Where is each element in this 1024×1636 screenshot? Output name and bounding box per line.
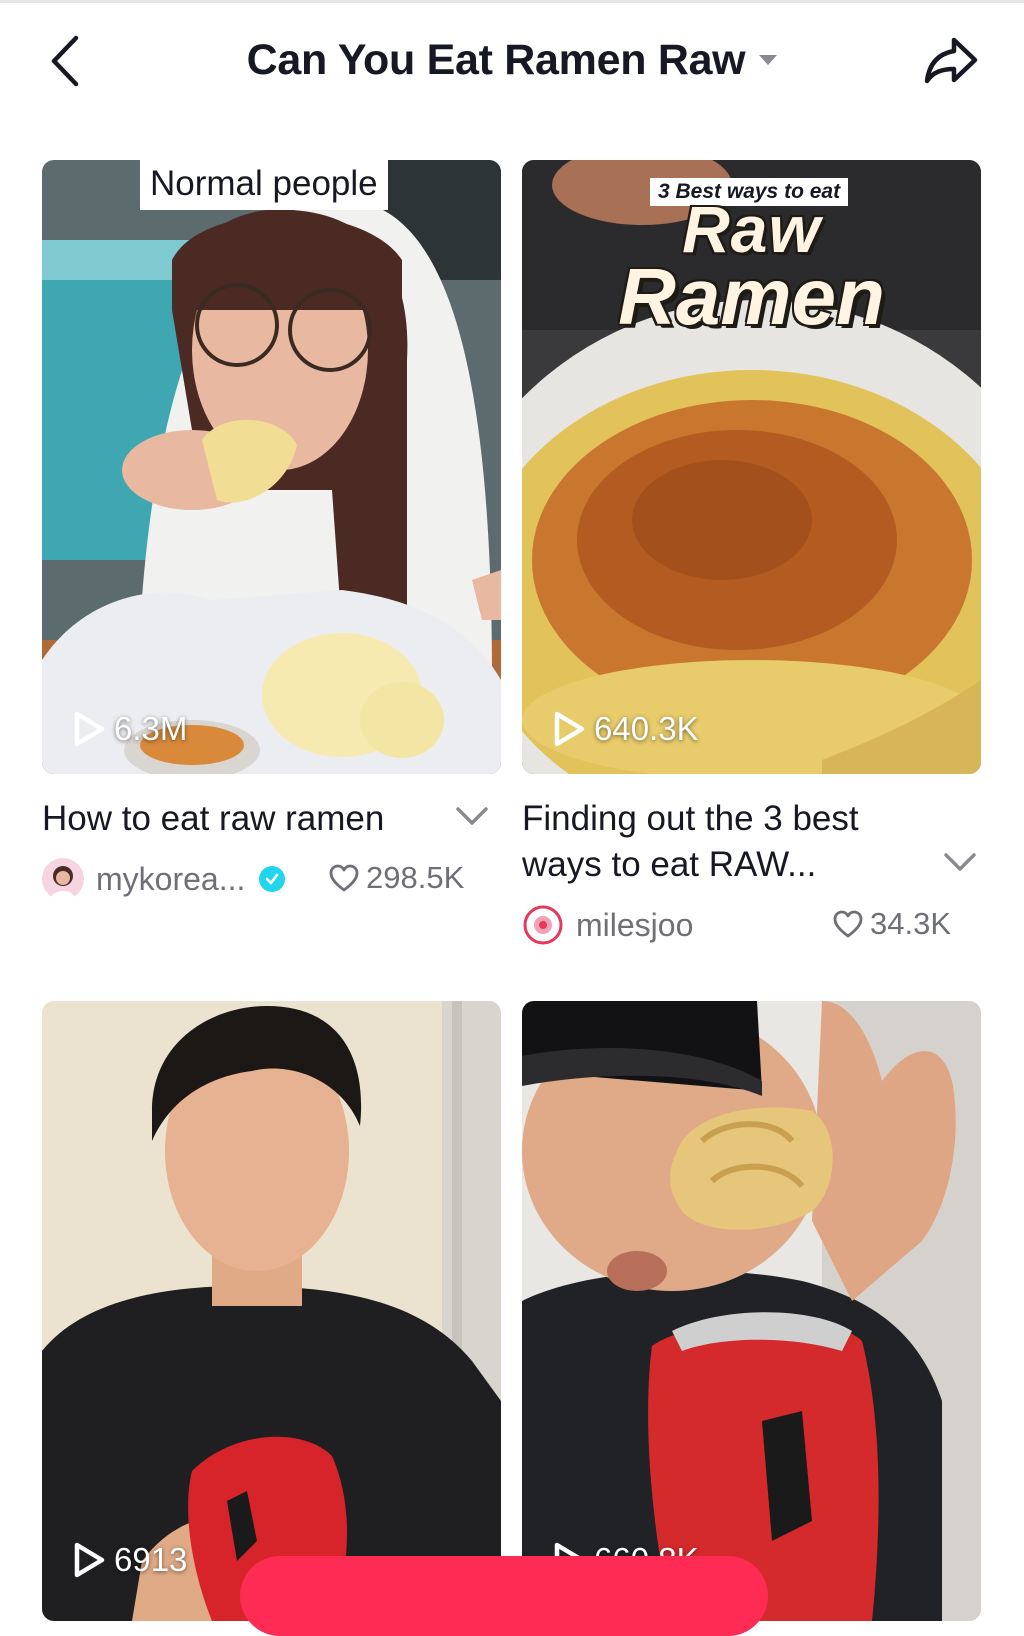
author-name: milesjoo [576, 906, 694, 943]
view-count-text: 640.3K [594, 710, 699, 747]
floating-action-button[interactable] [240, 1556, 768, 1636]
video-thumbnail-3[interactable]: 6913 [42, 1001, 501, 1621]
chevron-down-icon[interactable] [454, 804, 490, 828]
view-count-text: 6.3M [114, 710, 188, 747]
thumbnail-image-1 [42, 160, 501, 774]
like-count: 298.5K [328, 860, 464, 896]
video-thumbnail-1[interactable]: Normal people 6.3M [42, 160, 501, 774]
video-card-1[interactable]: Normal people 6.3M How to eat raw ramen … [42, 160, 501, 940]
like-count-text: 298.5K [366, 860, 465, 895]
avatar [522, 904, 564, 946]
overlay-title-line-1: Raw [682, 192, 821, 266]
author-name: mykorea... [96, 860, 246, 897]
share-arrow-icon [924, 37, 978, 84]
thumbnail-image-4 [522, 1001, 981, 1621]
like-count: 34.3K [832, 906, 951, 942]
like-count-text: 34.3K [870, 906, 952, 941]
overlay-caption: Normal people [140, 160, 388, 210]
page-title: Can You Eat Ramen Raw [246, 35, 746, 84]
view-count: 6913 [72, 1541, 187, 1579]
author-link[interactable]: milesjoo [522, 904, 693, 946]
share-button[interactable] [918, 31, 984, 91]
thumbnail-image-3 [42, 1001, 501, 1621]
view-count-text: 6913 [114, 1541, 188, 1578]
overlay-title-line-2: Ramen [618, 252, 885, 341]
play-icon [554, 711, 585, 747]
video-card-4[interactable]: 660.8K [522, 1001, 981, 1621]
video-card-2[interactable]: 3 Best ways to eat Raw Ramen 640.3K Find… [522, 160, 981, 946]
verified-badge-icon [259, 866, 286, 892]
video-thumbnail-2[interactable]: 3 Best ways to eat Raw Ramen 640.3K [522, 160, 981, 774]
view-count: 640.3K [552, 710, 699, 748]
video-description[interactable]: Finding out the 3 best ways to eat RAW..… [522, 796, 912, 888]
view-count: 6.3M [72, 710, 187, 748]
video-thumbnail-4[interactable]: 660.8K [522, 1001, 981, 1621]
avatar [42, 858, 84, 900]
video-card-3[interactable]: 6913 [42, 1001, 501, 1621]
video-description[interactable]: How to eat raw ramen [42, 796, 432, 842]
chevron-down-icon[interactable] [942, 850, 978, 874]
caret-down-icon [759, 55, 778, 65]
play-icon [74, 1542, 105, 1578]
heart-icon [833, 910, 863, 938]
play-icon [74, 711, 105, 747]
title-dropdown[interactable]: Can You Eat Ramen Raw [0, 33, 1024, 87]
heart-icon [329, 864, 359, 892]
author-link[interactable]: mykorea... [42, 858, 286, 900]
header: Can You Eat Ramen Raw [0, 3, 1024, 118]
